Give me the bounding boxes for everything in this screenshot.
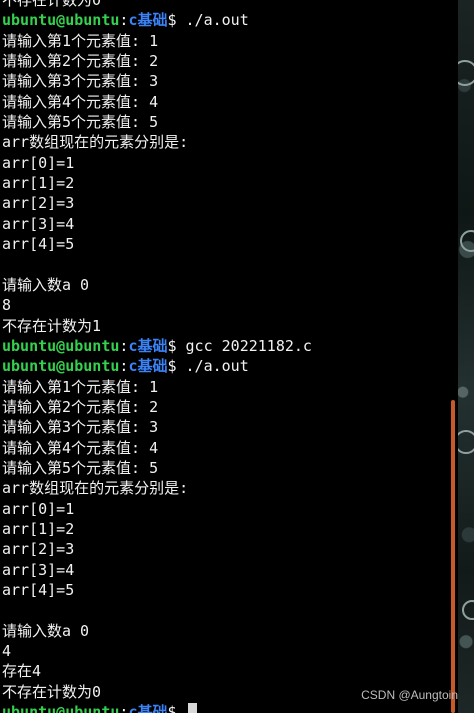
- prompt-user: ubuntu@ubuntu: [2, 336, 120, 355]
- output-line: 请输入数a 0: [2, 621, 90, 640]
- prompt-sign: $: [167, 336, 186, 355]
- prompt-sign: $: [167, 11, 186, 30]
- output-line: arr[4]=5: [2, 235, 75, 254]
- output-line: arr[1]=2: [2, 519, 75, 538]
- output-line: arr[0]=1: [2, 499, 75, 518]
- prompt-user: ubuntu@ubuntu: [2, 357, 120, 376]
- prompt-path: c基础: [128, 11, 168, 30]
- output-line: arr[3]=4: [2, 214, 75, 233]
- output-line: 不存在计数为0: [2, 0, 102, 9]
- scrollbar-thumb[interactable]: [451, 400, 455, 713]
- command-text: gcc 20221182.c: [185, 336, 312, 355]
- prompt-sign: $: [167, 357, 186, 376]
- terminal-window[interactable]: 不存在计数为0 ubuntu@ubuntu:c基础$ ./a.out 请输入第1个元…: [0, 0, 458, 713]
- output-line: 请输入第5个元素值: 5: [2, 113, 159, 132]
- prompt-line: ubuntu@ubuntu:c基础$ gcc 20221182.c: [2, 336, 454, 356]
- output-line: 请输入第4个元素值: 4: [2, 438, 159, 457]
- output-line: arr[0]=1: [2, 153, 75, 172]
- prompt-sign: $: [167, 703, 186, 713]
- output-line: arr数组现在的元素分别是:: [2, 133, 189, 152]
- prompt-path: c基础: [128, 357, 168, 376]
- output-line: 请输入第4个元素值: 4: [2, 92, 159, 111]
- output-line: 请输入数a 0: [2, 275, 90, 294]
- prompt-line: ubuntu@ubuntu:c基础$ ./a.out: [2, 356, 454, 376]
- output-line: 请输入第3个元素值: 3: [2, 418, 159, 437]
- prompt-path: c基础: [128, 336, 168, 355]
- text-cursor: [187, 703, 197, 713]
- command-text: ./a.out: [185, 357, 249, 376]
- command-text: ./a.out: [185, 11, 249, 30]
- prompt-line: ubuntu@ubuntu:c基础$: [2, 702, 454, 713]
- output-line: 请输入第1个元素值: 1: [2, 377, 159, 396]
- prompt-path: c基础: [128, 703, 168, 713]
- output-line: arr[1]=2: [2, 174, 75, 193]
- output-line: arr[2]=3: [2, 540, 75, 559]
- output-line: 8: [2, 296, 12, 315]
- terminal-output: 不存在计数为0 ubuntu@ubuntu:c基础$ ./a.out 请输入第1个元…: [2, 0, 454, 713]
- prompt-line: ubuntu@ubuntu:c基础$ ./a.out: [2, 10, 454, 30]
- output-line: 请输入第5个元素值: 5: [2, 458, 159, 477]
- output-line: arr[4]=5: [2, 580, 75, 599]
- desktop-background-strip: [458, 0, 474, 713]
- output-line: 存在4: [2, 662, 42, 681]
- output-line: 4: [2, 642, 12, 660]
- output-line: arr数组现在的元素分别是:: [2, 479, 189, 498]
- output-line: arr[2]=3: [2, 194, 75, 213]
- output-line: arr[3]=4: [2, 560, 75, 579]
- output-line: 请输入第1个元素值: 1: [2, 31, 159, 50]
- output-line: 请输入第3个元素值: 3: [2, 72, 159, 91]
- output-line: 不存在计数为1: [2, 316, 102, 335]
- output-line: 请输入第2个元素值: 2: [2, 397, 159, 416]
- prompt-user: ubuntu@ubuntu: [2, 11, 120, 30]
- output-line: 请输入第2个元素值: 2: [2, 52, 159, 71]
- csdn-watermark: CSDN @Aungtoin: [361, 688, 458, 702]
- prompt-user: ubuntu@ubuntu: [2, 703, 120, 713]
